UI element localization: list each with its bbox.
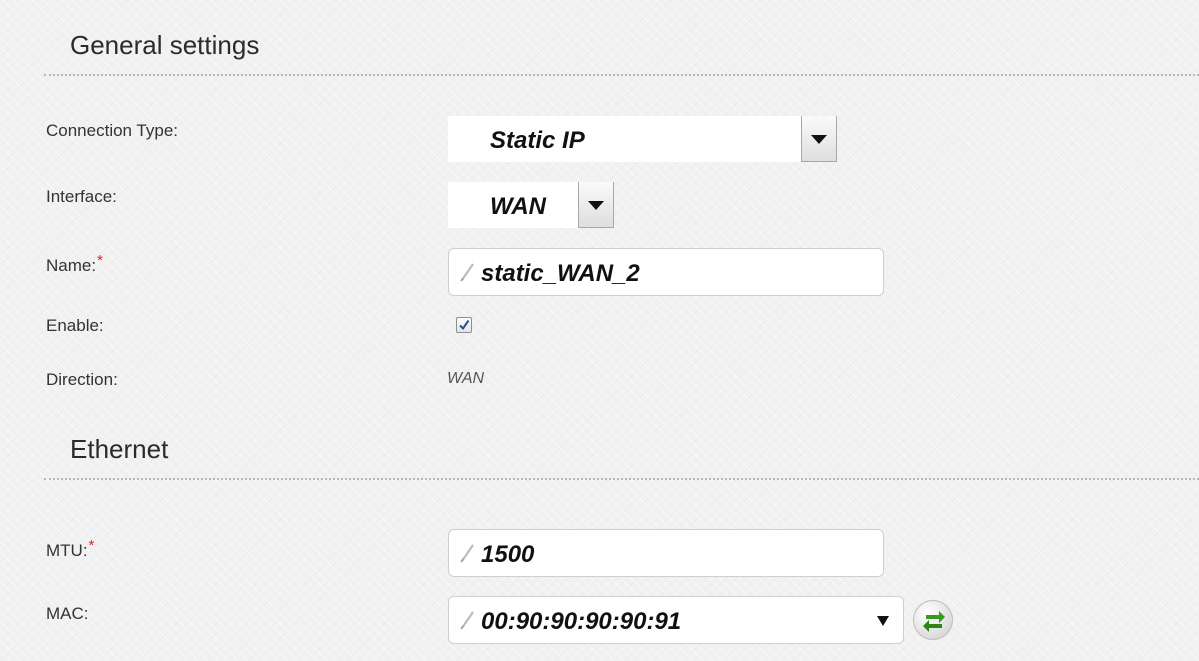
refresh-arrows-icon xyxy=(923,611,945,632)
enable-checkbox[interactable] xyxy=(456,317,472,333)
mac-label: MAC: xyxy=(46,604,89,623)
interface-dropdown-button[interactable] xyxy=(578,182,614,228)
section-title-general-settings: General settings xyxy=(70,30,260,60)
name-label-text: Name: xyxy=(46,256,97,275)
section-title-ethernet: Ethernet xyxy=(70,434,169,464)
name-label: Name:* xyxy=(46,252,103,276)
mac-refresh-button[interactable] xyxy=(913,600,953,640)
section-divider-ethernet xyxy=(44,478,1199,480)
section-divider-general xyxy=(44,74,1199,76)
name-value: static_WAN_2 xyxy=(481,260,640,287)
interface-label: Interface: xyxy=(46,187,117,206)
pencil-icon xyxy=(460,544,474,563)
connection-type-label: Connection Type: xyxy=(46,121,178,140)
chevron-down-icon[interactable] xyxy=(877,616,889,626)
mac-combobox[interactable]: 00:90:90:90:90:91 xyxy=(448,596,904,644)
mtu-label: MTU:* xyxy=(46,537,94,561)
connection-type-dropdown-button[interactable] xyxy=(801,116,837,162)
direction-value: WAN xyxy=(447,370,485,387)
chevron-down-icon xyxy=(588,200,604,210)
mtu-field[interactable]: 1500 xyxy=(448,529,884,577)
enable-label: Enable: xyxy=(46,316,104,335)
interface-select[interactable]: WAN xyxy=(448,182,614,228)
required-asterisk: * xyxy=(88,537,95,554)
checkmark-icon xyxy=(459,319,470,331)
required-asterisk: * xyxy=(97,252,103,269)
name-field[interactable]: static_WAN_2 xyxy=(448,248,884,296)
interface-value: WAN xyxy=(490,193,546,220)
mtu-value: 1500 xyxy=(481,541,535,568)
mac-value: 00:90:90:90:90:91 xyxy=(481,608,682,635)
direction-label: Direction: xyxy=(46,370,118,389)
connection-type-select[interactable]: Static IP xyxy=(448,116,837,162)
mtu-label-text: MTU: xyxy=(46,541,88,560)
chevron-down-icon xyxy=(811,134,827,144)
connection-type-value: Static IP xyxy=(490,127,585,154)
pencil-icon xyxy=(460,611,474,630)
pencil-icon xyxy=(460,263,474,282)
